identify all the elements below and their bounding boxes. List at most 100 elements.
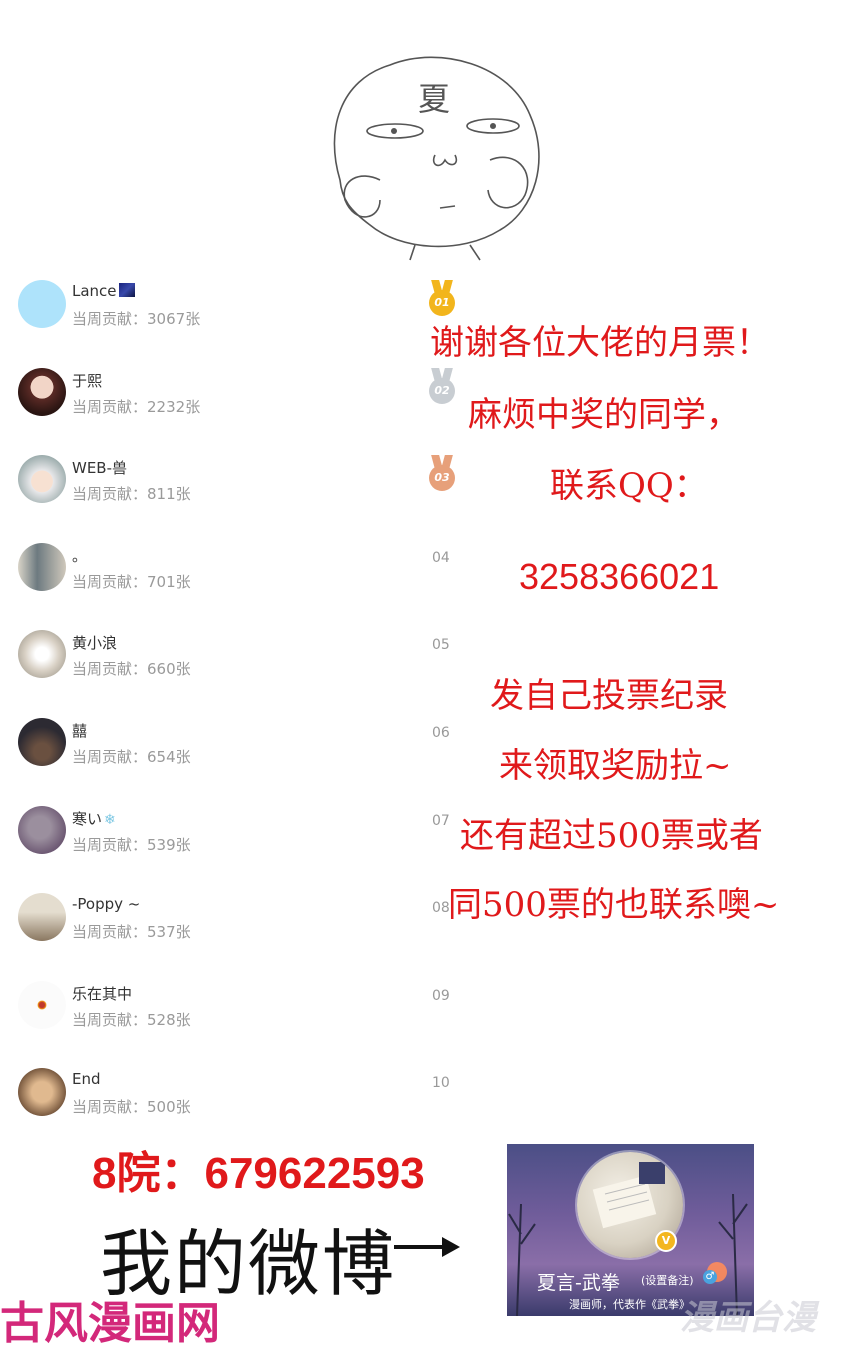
user-name[interactable]: WEB-兽 bbox=[72, 457, 127, 478]
leaderboard-row[interactable]: 于熙当周贡献：2232张 bbox=[18, 358, 418, 428]
profile-name: 夏言-武拳 bbox=[537, 1272, 620, 1294]
contribution-label: 当周贡献： bbox=[72, 923, 148, 942]
user-name-text: 乐在其中 bbox=[72, 984, 133, 1003]
message-line-1: 谢谢各位大佬的月票！ bbox=[430, 323, 770, 363]
rank-number: 10 bbox=[432, 1075, 450, 1092]
contribution-value: 539张 bbox=[147, 835, 191, 854]
silver-medal-icon: 02 bbox=[424, 367, 460, 404]
user-name[interactable]: -Poppy ~ bbox=[72, 895, 140, 913]
user-name-text: Lance bbox=[72, 282, 117, 300]
weekly-contribution: 当周贡献：811张 bbox=[72, 483, 191, 504]
user-name[interactable]: 寒い ❄ bbox=[72, 808, 116, 829]
user-name[interactable]: 囍 bbox=[72, 720, 87, 741]
user-name[interactable]: 。 bbox=[72, 545, 87, 566]
contribution-value: 660张 bbox=[147, 660, 191, 679]
contribution-label: 当周贡献： bbox=[72, 485, 148, 504]
leaderboard-row[interactable]: -Poppy ~ 当周贡献：537张 bbox=[18, 883, 418, 953]
message-line-8: 同500票的也联系噢~ bbox=[448, 885, 780, 925]
weekly-contribution: 当周贡献：701张 bbox=[72, 571, 191, 592]
user-name[interactable]: 于熙 bbox=[72, 370, 102, 391]
qq-group-number: 8院：679622593 bbox=[92, 1149, 425, 1198]
user-name-text: 。 bbox=[72, 546, 88, 565]
user-avatar[interactable] bbox=[18, 980, 66, 1029]
user-avatar[interactable] bbox=[18, 455, 66, 504]
user-avatar[interactable] bbox=[18, 805, 66, 854]
user-name-text: End bbox=[72, 1070, 101, 1089]
message-line-3: 联系QQ： bbox=[550, 466, 708, 506]
leaderboard-row[interactable]: 黄小浪当周贡献：660张 bbox=[18, 620, 418, 690]
contribution-label: 当周贡献： bbox=[72, 748, 148, 766]
rank-number: 01 bbox=[429, 290, 455, 316]
message-line-5: 发自己投票纪录 bbox=[490, 676, 728, 716]
snowflake-icon: ❄ bbox=[104, 811, 116, 828]
leaderboard-row[interactable]: 。当周贡献：701张 bbox=[18, 533, 418, 603]
contribution-value: 2232张 bbox=[147, 397, 201, 416]
rank-number: 02 bbox=[429, 377, 455, 404]
message-line-2: 麻烦中奖的同学， bbox=[468, 395, 740, 435]
leaderboard-row[interactable]: End 当周贡献：500张 bbox=[18, 1058, 418, 1128]
site-logo: 古风漫画网 bbox=[0, 1298, 220, 1349]
message-line-6: 来领取奖励拉~ bbox=[499, 746, 732, 786]
user-avatar[interactable] bbox=[18, 630, 66, 679]
bronze-medal-icon: 03 bbox=[424, 455, 460, 492]
contribution-value: 537张 bbox=[147, 923, 191, 942]
sketch-face-text: 夏 bbox=[418, 80, 450, 118]
user-avatar[interactable] bbox=[18, 1068, 66, 1117]
weekly-contribution: 当周贡献：539张 bbox=[72, 834, 191, 855]
male-gender-icon: ♂ bbox=[703, 1270, 717, 1284]
rank-number: 06 bbox=[432, 725, 450, 741]
contribution-value: 811张 bbox=[147, 485, 191, 504]
contribution-value: 654张 bbox=[147, 748, 191, 766]
user-name[interactable]: 黄小浪 bbox=[72, 632, 117, 653]
weekly-contribution: 当周贡献：3067张 bbox=[72, 308, 200, 329]
contribution-label: 当周贡献： bbox=[72, 572, 148, 591]
contribution-label: 当周贡献： bbox=[72, 835, 148, 854]
contribution-label: 当周贡献： bbox=[72, 397, 148, 416]
user-name-text: 寒い bbox=[72, 809, 103, 828]
weekly-contribution: 当周贡献：660张 bbox=[72, 658, 191, 679]
user-name[interactable]: 乐在其中 bbox=[72, 983, 132, 1004]
contribution-label: 当周贡献： bbox=[72, 310, 148, 328]
contribution-value: 3067张 bbox=[147, 310, 201, 328]
message-qq-number: 3258366021 bbox=[519, 556, 720, 597]
verified-badge-icon: V bbox=[655, 1230, 677, 1252]
user-name[interactable]: Lance bbox=[72, 282, 135, 300]
leaderboard-row[interactable]: 乐在其中当周贡献：528张 bbox=[18, 971, 418, 1041]
contribution-value: 500张 bbox=[147, 1098, 191, 1117]
contribution-label: 当周贡献： bbox=[72, 660, 148, 679]
leaderboard-row[interactable]: WEB-兽当周贡献：811张 bbox=[18, 445, 418, 515]
user-name-text: 黄小浪 bbox=[72, 634, 118, 653]
rank-number: 05 bbox=[432, 637, 450, 654]
contribution-value: 701张 bbox=[147, 572, 191, 591]
rank-number: 08 bbox=[432, 900, 450, 917]
user-name-text: 囍 bbox=[72, 722, 88, 740]
user-avatar[interactable] bbox=[18, 893, 66, 942]
weekly-contribution: 当周贡献：2232张 bbox=[72, 396, 200, 417]
weekly-contribution: 当周贡献：537张 bbox=[72, 921, 191, 942]
user-avatar[interactable] bbox=[18, 367, 66, 416]
user-name-text: -Poppy ~ bbox=[72, 895, 141, 914]
set-remark-link[interactable]: (设置备注) bbox=[641, 1272, 694, 1288]
user-name-text: 于熙 bbox=[72, 371, 103, 390]
galaxy-emoji-icon bbox=[118, 283, 135, 297]
weekly-contribution: 当周贡献：528张 bbox=[72, 1009, 191, 1030]
sketch-drawing: 夏 bbox=[333, 56, 540, 261]
weekly-contribution: 当周贡献：654张 bbox=[72, 746, 191, 767]
rank-number: 09 bbox=[432, 987, 450, 1004]
user-avatar[interactable] bbox=[18, 280, 66, 328]
contribution-value: 528张 bbox=[147, 1010, 191, 1029]
message-line-7: 还有超过500票或者 bbox=[460, 816, 763, 856]
user-avatar[interactable] bbox=[18, 542, 66, 591]
leaderboard-row[interactable]: 囍当周贡献：654张 bbox=[18, 708, 418, 778]
leaderboard-row[interactable]: Lance 当周贡献：3067张 bbox=[18, 270, 418, 340]
leaderboard-row[interactable]: 寒い ❄ 当周贡献：539张 bbox=[18, 796, 418, 866]
user-avatar[interactable] bbox=[18, 718, 66, 766]
watermark: 漫画台漫 bbox=[680, 1298, 816, 1338]
rank-number: 07 bbox=[432, 812, 450, 829]
contribution-label: 当周贡献： bbox=[72, 1010, 148, 1029]
user-name[interactable]: End bbox=[72, 1070, 101, 1088]
arrow-right-icon bbox=[394, 1237, 460, 1257]
user-name-text: WEB-兽 bbox=[72, 459, 128, 478]
profile-description: 漫画师，代表作《武拳》 bbox=[569, 1298, 690, 1311]
rank-number: 03 bbox=[429, 465, 455, 492]
